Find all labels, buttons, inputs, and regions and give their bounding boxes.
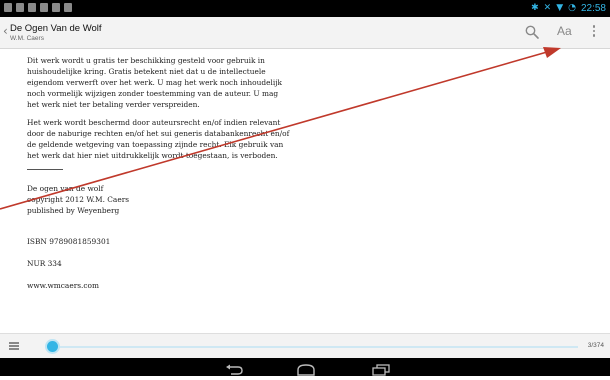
home-button[interactable]	[296, 361, 316, 376]
book-title[interactable]: De Ogen Van de Wolf	[10, 23, 102, 34]
recent-apps-icon	[372, 364, 390, 376]
book-page: Dit werk wordt u gratis ter beschikking …	[27, 55, 292, 291]
notification-icon	[64, 3, 72, 12]
overflow-menu-icon[interactable]	[592, 25, 596, 39]
notification-icons	[4, 3, 72, 12]
table-of-contents-icon[interactable]	[9, 342, 19, 350]
isbn-line: ISBN 9789081859301	[27, 237, 111, 246]
notification-icon	[4, 3, 12, 12]
search-button[interactable]	[524, 24, 540, 40]
book-info-line: De ogen van de wolf	[27, 184, 104, 193]
wifi-icon: ▼	[556, 3, 564, 13]
status-bar: ✱ ✕ ▼ ◔ 22:58	[0, 0, 610, 17]
book-info-line: copyright 2012 W.M. Caers	[27, 195, 130, 204]
system-indicators: ✱ ✕ ▼ ◔ 22:58	[531, 2, 606, 14]
progress-slider-knob[interactable]	[47, 341, 59, 352]
back-chevron-icon[interactable]: ‹	[3, 25, 8, 37]
notification-icon	[28, 3, 36, 12]
page-counter: 3/374	[587, 342, 604, 349]
app-bar: ‹ De Ogen Van de Wolf W.M. Caers Aa	[0, 17, 610, 49]
home-icon	[297, 364, 315, 376]
copyright-paragraph: Het werk wordt beschermd door auteursrec…	[27, 118, 290, 160]
mute-icon: ✕	[543, 3, 552, 13]
notification-icon	[52, 3, 60, 12]
clock: 22:58	[580, 2, 606, 14]
search-icon	[525, 25, 539, 39]
font-size-button[interactable]: Aa	[557, 24, 572, 38]
book-info-line: published by Weyenberg	[27, 206, 120, 215]
reader-progress-bar: 3/374	[0, 333, 610, 359]
nur-line: NUR 334	[27, 259, 62, 268]
progress-track[interactable]	[48, 346, 578, 348]
battery-icon: ◔	[568, 3, 576, 13]
recent-apps-button[interactable]	[371, 361, 391, 376]
back-arrow-icon	[226, 364, 243, 375]
license-paragraph: Dit werk wordt u gratis ter beschikking …	[27, 56, 282, 109]
notification-icon	[40, 3, 48, 12]
bluetooth-icon: ✱	[531, 3, 539, 13]
section-divider	[27, 169, 63, 170]
back-button[interactable]	[225, 361, 245, 375]
website-line: www.wmcaers.com	[27, 281, 99, 290]
book-author: W.M. Caers	[10, 35, 44, 42]
notification-icon	[16, 3, 24, 12]
navigation-bar	[0, 358, 610, 376]
